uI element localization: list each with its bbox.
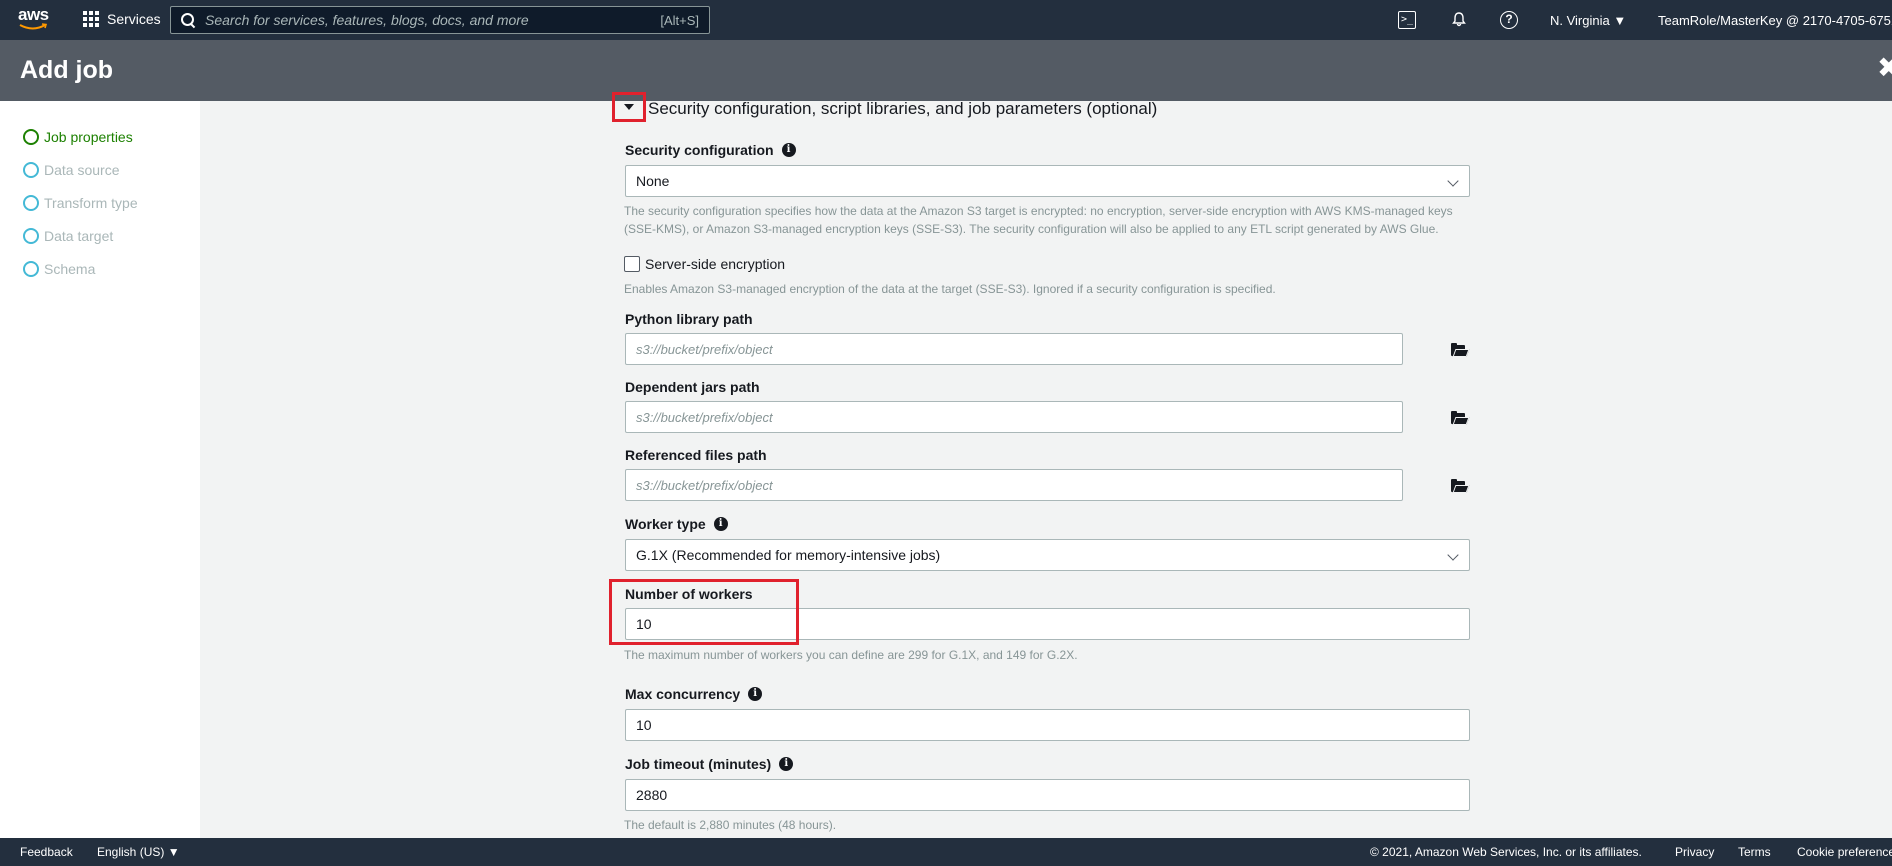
cloudshell-icon[interactable]: >_ [1398, 11, 1416, 29]
security-configuration-help: The security configuration specifies how… [624, 204, 1453, 236]
step-job-properties[interactable]: Job properties [23, 129, 133, 145]
account-menu[interactable]: TeamRole/MasterKey @ 2170-4705-6751 [1658, 13, 1892, 28]
server-side-encryption-checkbox[interactable] [624, 256, 640, 272]
number-of-workers-input[interactable]: 10 [625, 608, 1470, 640]
step-schema[interactable]: Schema [23, 261, 95, 277]
cookie-preferences-link[interactable]: Cookie preferences [1797, 845, 1892, 859]
section-title: Security configuration, script libraries… [648, 99, 1158, 118]
step-circle-icon [23, 162, 39, 178]
search-icon [181, 13, 195, 27]
close-icon[interactable]: ✖ [1877, 54, 1892, 82]
feedback-link[interactable]: Feedback [20, 845, 73, 859]
search-input[interactable] [205, 12, 661, 28]
folder-open-icon[interactable] [1451, 411, 1470, 425]
worker-type-select[interactable]: G.1X (Recommended for memory-intensive j… [625, 539, 1470, 571]
step-label: Data target [44, 228, 114, 244]
job-timeout-input[interactable]: 2880 [625, 779, 1470, 811]
max-concurrency-value: 10 [636, 717, 652, 733]
footer-bar: Feedback English (US) ▼ © 2021, Amazon W… [0, 838, 1892, 866]
info-icon[interactable]: i [781, 143, 796, 157]
number-of-workers-value: 10 [636, 616, 652, 632]
step-data-source[interactable]: Data source [23, 162, 119, 178]
info-icon[interactable]: i [713, 517, 728, 531]
step-circle-icon [23, 195, 39, 211]
number-of-workers-label: Number of workers [625, 586, 753, 602]
step-label: Transform type [44, 195, 138, 211]
folder-open-icon[interactable] [1451, 479, 1470, 493]
privacy-link[interactable]: Privacy [1675, 845, 1714, 859]
aws-logo[interactable]: aws [18, 6, 50, 34]
dependent-jars-path-input[interactable]: s3://bucket/prefix/object [625, 401, 1403, 433]
referenced-files-path-label-text: Referenced files path [625, 447, 767, 463]
worker-type-label-text: Worker type [625, 516, 706, 532]
security-configuration-label-text: Security configuration [625, 142, 774, 158]
bell-icon-svg [1452, 12, 1466, 27]
job-timeout-value: 2880 [636, 787, 668, 803]
dependent-jars-path-label: Dependent jars path [625, 379, 760, 395]
max-concurrency-label: Max concurrency i [625, 686, 763, 702]
step-circle-icon [23, 261, 39, 277]
chevron-down-icon [1447, 549, 1459, 561]
dependent-jars-path-placeholder: s3://bucket/prefix/object [636, 409, 773, 425]
info-icon[interactable]: i [779, 757, 794, 771]
job-timeout-label: Job timeout (minutes) i [625, 756, 794, 772]
page-header: Add job ✖ [0, 40, 1892, 101]
security-configuration-label: Security configuration i [625, 142, 796, 158]
language-selector[interactable]: English (US) ▼ [97, 845, 180, 859]
worker-type-label: Worker type i [625, 516, 728, 532]
search-shortcut-hint: [Alt+S] [660, 12, 699, 28]
section-expand-toggle[interactable] [612, 92, 646, 122]
services-menu-button[interactable]: Services [83, 11, 161, 27]
step-label: Job properties [44, 129, 133, 145]
python-library-path-input[interactable]: s3://bucket/prefix/object [625, 333, 1403, 365]
max-concurrency-input[interactable]: 10 [625, 709, 1470, 741]
global-search-bar[interactable]: [Alt+S] [170, 6, 710, 34]
step-label: Schema [44, 261, 96, 277]
caret-down-icon [624, 104, 634, 110]
referenced-files-path-input[interactable]: s3://bucket/prefix/object [625, 469, 1403, 501]
help-icon[interactable]: ? [1500, 11, 1518, 29]
bell-icon[interactable] [1450, 11, 1468, 29]
copyright-text: © 2021, Amazon Web Services, Inc. or its… [1370, 845, 1642, 859]
referenced-files-path-placeholder: s3://bucket/prefix/object [636, 477, 773, 493]
services-label: Services [107, 11, 161, 27]
info-icon[interactable]: i [748, 687, 763, 701]
security-configuration-value: None [636, 173, 670, 189]
job-timeout-help: The default is 2,880 minutes (48 hours). [624, 818, 837, 832]
aws-smile-icon [19, 23, 48, 30]
chevron-down-icon [1447, 175, 1459, 187]
python-library-path-label-text: Python library path [625, 311, 753, 327]
number-of-workers-help: The maximum number of workers you can de… [624, 648, 1078, 662]
folder-open-icon[interactable] [1451, 343, 1470, 357]
job-timeout-label-text: Job timeout (minutes) [625, 756, 772, 772]
dependent-jars-path-label-text: Dependent jars path [625, 379, 760, 395]
step-data-target[interactable]: Data target [23, 228, 113, 244]
grid-icon [83, 11, 99, 27]
region-selector[interactable]: N. Virginia ▼ [1550, 13, 1626, 28]
step-circle-icon [23, 129, 39, 145]
wizard-steps-sidebar: Job properties Data source Transform typ… [0, 101, 200, 838]
page-title: Add job [20, 56, 114, 84]
step-label: Data source [44, 162, 120, 178]
python-library-path-placeholder: s3://bucket/prefix/object [636, 341, 773, 357]
step-circle-icon [23, 228, 39, 244]
python-library-path-label: Python library path [625, 311, 753, 327]
aws-logo-text: aws [18, 5, 49, 24]
security-configuration-select[interactable]: None [625, 165, 1470, 197]
referenced-files-path-label: Referenced files path [625, 447, 767, 463]
max-concurrency-label-text: Max concurrency [625, 686, 741, 702]
server-side-encryption-label[interactable]: Server-side encryption [645, 256, 785, 272]
top-navigation-bar: aws Services [Alt+S] >_ ? N. Virginia ▼ … [0, 0, 1892, 40]
terms-link[interactable]: Terms [1738, 845, 1771, 859]
number-of-workers-label-text: Number of workers [625, 586, 753, 602]
worker-type-value: G.1X (Recommended for memory-intensive j… [636, 547, 941, 563]
step-transform-type[interactable]: Transform type [23, 195, 138, 211]
server-side-encryption-help: Enables Amazon S3-managed encryption of … [624, 282, 1276, 296]
